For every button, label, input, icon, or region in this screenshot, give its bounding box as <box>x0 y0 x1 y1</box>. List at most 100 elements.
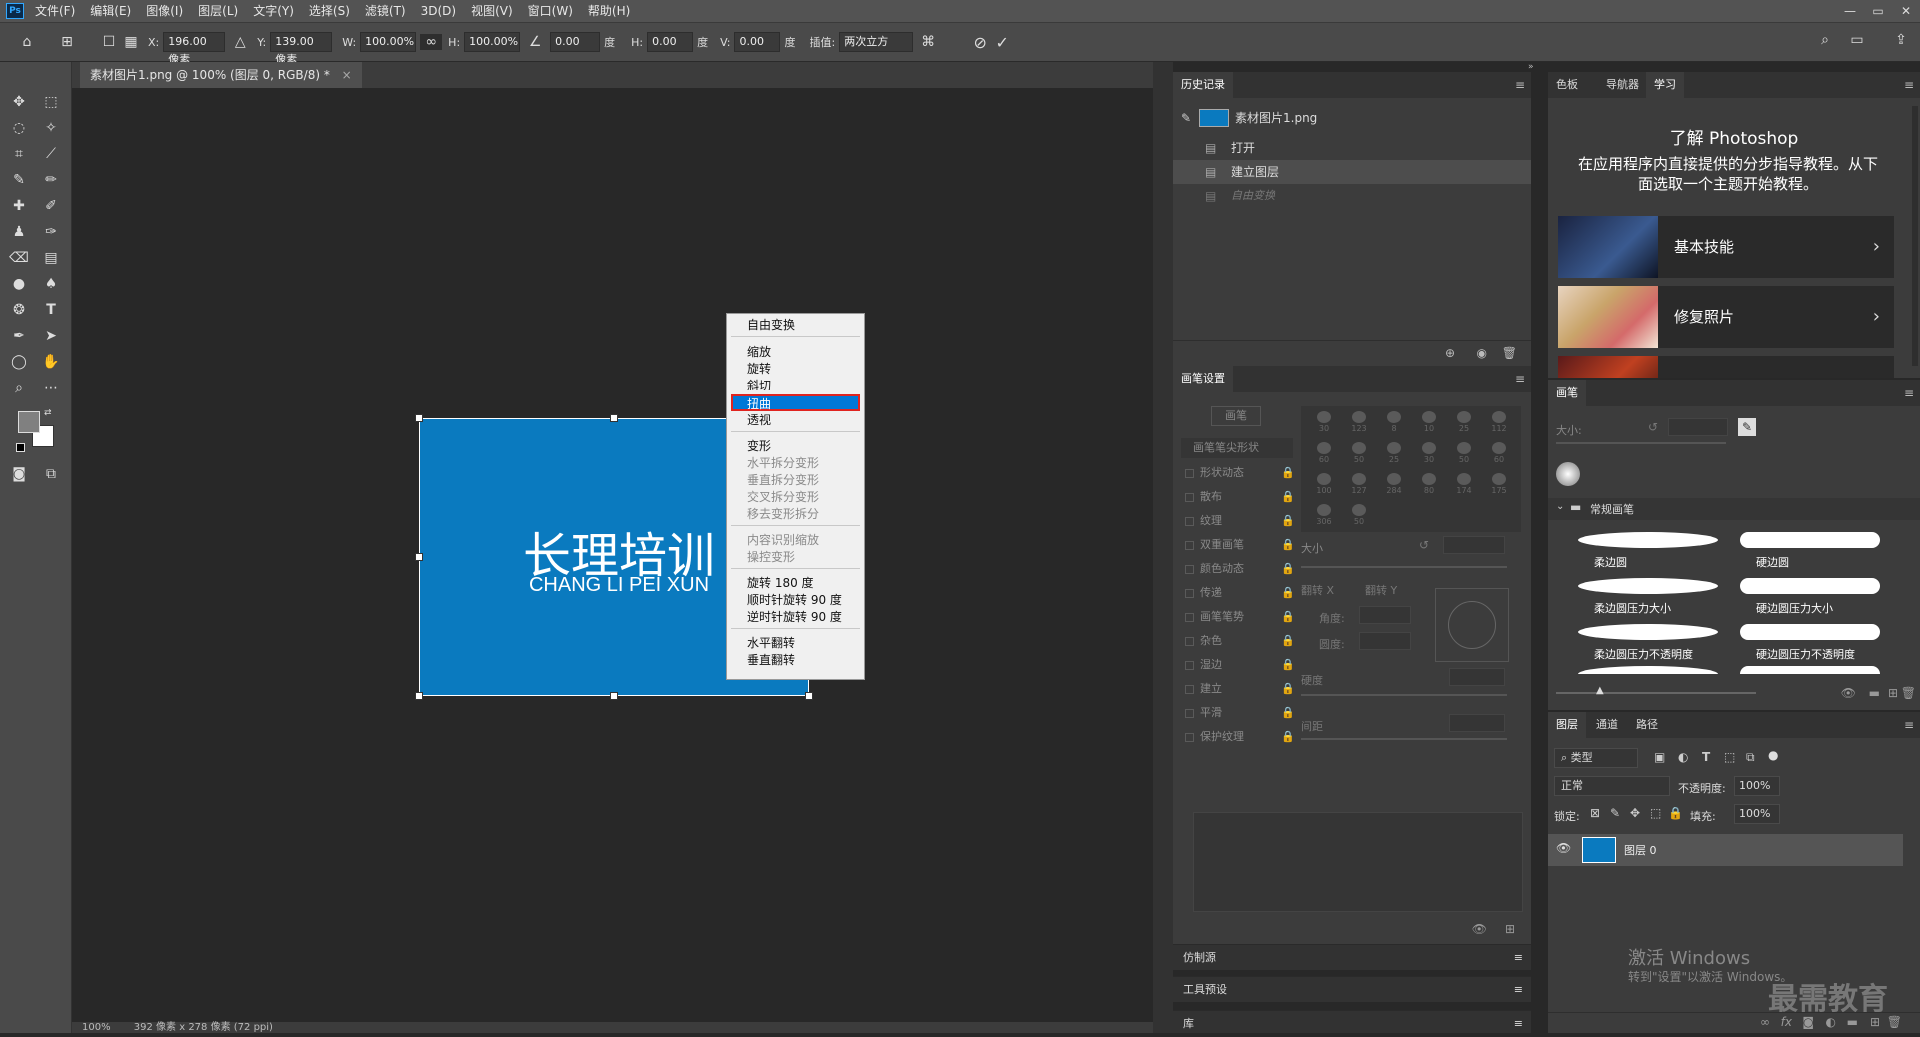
ellipse-tool-icon[interactable]: ◯ <box>8 352 30 372</box>
brush-option-scattering[interactable]: 散布 🔒 <box>1185 486 1295 508</box>
brush-option-noise[interactable]: 杂色 🔒 <box>1185 630 1295 652</box>
grid-icon[interactable]: ▦ <box>120 34 142 50</box>
menu-view[interactable]: 视图(V) <box>464 0 521 22</box>
x-field[interactable]: 196.00 像素 <box>163 32 226 66</box>
new-group-icon[interactable]: ▬ <box>1847 1015 1858 1029</box>
brush-tool-icon[interactable]: ✎ <box>8 170 30 190</box>
filter-adjustment-icon[interactable]: ◐ <box>1678 750 1688 764</box>
path-select-icon[interactable]: ➤ <box>40 326 62 346</box>
menu-item-distort[interactable]: 扭曲 <box>731 394 860 411</box>
menu-item-warp[interactable]: 变形 <box>747 438 771 454</box>
spacing-field[interactable] <box>1449 714 1505 732</box>
adjustment-layer-icon[interactable]: ◐ <box>1826 1015 1836 1029</box>
menu-item-flip-vertical[interactable]: 垂直翻转 <box>747 652 795 668</box>
h-field[interactable]: 100.00% <box>464 32 521 52</box>
checkbox-icon[interactable]: ☐ <box>98 34 120 50</box>
brush-soft-round[interactable]: 柔边圆 <box>1568 526 1728 572</box>
angle-field[interactable]: 0.00 <box>550 32 601 52</box>
menu-3d[interactable]: 3D(D) <box>414 0 464 22</box>
flip-y-checkbox[interactable]: 翻转 Y <box>1365 582 1397 598</box>
interp-select[interactable]: 两次立方 <box>839 32 914 52</box>
brush-angle-widget[interactable] <box>1435 588 1509 662</box>
tab-layers[interactable]: 图层 <box>1548 712 1586 738</box>
new-brush-icon[interactable]: ⊞ <box>1505 922 1515 936</box>
brush-preset-grid[interactable]: 30 123 8 10 25 112 60 50 25 30 50 60 100 127 284 80 174 1… <box>1301 406 1521 532</box>
brush-soft-round-pressure-size[interactable]: 柔边圆压力大小 <box>1568 572 1728 618</box>
tab-learn[interactable]: 学习 <box>1646 72 1684 98</box>
brush-preset[interactable]: 25 <box>1447 410 1481 440</box>
menu-item-free-transform[interactable]: 自由变换 <box>747 317 795 333</box>
document-tab[interactable]: 素材图片1.png @ 100% (图层 0, RGB/8) * × <box>80 62 362 88</box>
delete-layer-icon[interactable]: 🗑 <box>1887 1015 1902 1029</box>
commit-transform-icon[interactable]: ✓ <box>991 33 1013 52</box>
brushes-size-field[interactable] <box>1668 418 1728 436</box>
brush-option-wet-edges[interactable]: 湿边 🔒 <box>1185 654 1295 676</box>
history-step-active[interactable]: ▤ 建立图层 <box>1173 160 1531 184</box>
learn-card-fix-photos[interactable]: 修复照片 › <box>1558 286 1894 348</box>
art-brush-icon[interactable]: ✑ <box>40 222 62 242</box>
brush-preset[interactable]: 174 <box>1447 472 1481 502</box>
hand-tool-icon[interactable]: ✋ <box>40 352 62 372</box>
tab-close-icon[interactable]: × <box>342 68 352 82</box>
filter-pixel-icon[interactable]: ▣ <box>1654 750 1665 764</box>
filter-smart-object-icon[interactable]: ⧉ <box>1746 750 1755 765</box>
y-field[interactable]: 139.00 像素 <box>270 32 333 66</box>
brush-preset[interactable]: 112 <box>1482 410 1516 440</box>
brush-tip-shape[interactable]: 画笔笔尖形状 <box>1181 438 1293 458</box>
minimize-button[interactable]: — <box>1836 0 1864 22</box>
w-field[interactable]: 100.00% <box>360 32 417 52</box>
brush-preset[interactable]: 50 <box>1342 441 1376 471</box>
filter-toggle-icon[interactable]: ● <box>1768 748 1778 762</box>
brush-preset[interactable]: 284 <box>1377 472 1411 502</box>
brush-hard-round[interactable]: 硬边圆 <box>1730 526 1890 572</box>
learn-card-more[interactable] <box>1558 356 1894 378</box>
tab-channels[interactable]: 通道 <box>1588 712 1626 738</box>
layer-filter-select[interactable]: ⌕ 类型 <box>1554 748 1638 768</box>
panel-menu-icon[interactable]: ≡ <box>1515 372 1525 386</box>
trash-icon[interactable]: 🗑 <box>1901 686 1916 700</box>
menu-select[interactable]: 选择(S) <box>302 0 358 22</box>
brush-preset[interactable]: 50 <box>1342 503 1376 533</box>
warp-icon[interactable]: ⌘ <box>917 34 939 50</box>
history-snapshot[interactable]: ✎ 素材图片1.png <box>1173 106 1531 130</box>
brush-option-color-dynamics[interactable]: 颜色动态 🔒 <box>1185 558 1295 580</box>
tab-paths[interactable]: 路径 <box>1628 712 1666 738</box>
menu-item-scale[interactable]: 缩放 <box>747 344 771 360</box>
blur-tool-icon[interactable]: ● <box>8 274 30 294</box>
brush-option-build-up[interactable]: 建立 🔒 <box>1185 678 1295 700</box>
dodge-tool-icon[interactable]: ♠ <box>40 274 62 294</box>
filter-type-icon[interactable]: T <box>1702 750 1710 764</box>
brushes-size-slider[interactable] <box>1556 442 1726 444</box>
tool-presets-panel[interactable]: 工具预设 ≡ <box>1173 976 1531 1002</box>
magic-wand-icon[interactable]: ✧ <box>40 118 62 138</box>
transform-handle-t[interactable] <box>610 414 618 422</box>
move-tool-icon[interactable]: ✥ <box>8 92 30 112</box>
libraries-panel[interactable]: 库 ≡ <box>1173 1010 1531 1033</box>
learn-card-basic-skills[interactable]: 基本技能 › <box>1558 216 1894 278</box>
menu-filter[interactable]: 滤镜(T) <box>358 0 414 22</box>
brush-option-protect-texture[interactable]: 保护纹理 🔒 <box>1185 726 1295 748</box>
3d-tool-icon[interactable]: ❂ <box>8 300 30 320</box>
link-layers-icon[interactable]: ∞ <box>1760 1015 1770 1029</box>
layer-row[interactable]: 👁 图层 0 <box>1548 834 1903 866</box>
transform-handle-tl[interactable] <box>415 414 423 422</box>
menu-layer[interactable]: 图层(L) <box>191 0 246 22</box>
toggle-visibility-icon[interactable]: 👁 <box>1472 922 1487 936</box>
type-tool-icon[interactable]: T <box>40 300 62 320</box>
default-colors-icon[interactable] <box>16 443 25 452</box>
layer-name[interactable]: 图层 0 <box>1624 842 1657 858</box>
brush-preset[interactable]: 25 <box>1377 441 1411 471</box>
gradient-tool-icon[interactable]: ▤ <box>40 248 62 268</box>
brush-preset[interactable]: 50 <box>1447 441 1481 471</box>
filter-shape-icon[interactable]: ⬚ <box>1724 750 1735 764</box>
brush-preset[interactable]: 100 <box>1307 472 1341 502</box>
brush-preset[interactable]: 30 <box>1307 410 1341 440</box>
link-icon[interactable]: ∞ <box>420 34 443 50</box>
close-button[interactable]: ✕ <box>1892 0 1920 22</box>
history-brush-icon[interactable]: ✐ <box>40 196 62 216</box>
reset-icon[interactable]: ↺ <box>1648 420 1658 434</box>
brush-group-general[interactable]: ⌄ ▬ 常规画笔 <box>1548 498 1920 520</box>
lock-pixels-icon[interactable]: ✎ <box>1610 806 1620 820</box>
pen-tool-icon[interactable]: ✒ <box>8 326 30 346</box>
opacity-field[interactable]: 100% <box>1734 776 1780 796</box>
